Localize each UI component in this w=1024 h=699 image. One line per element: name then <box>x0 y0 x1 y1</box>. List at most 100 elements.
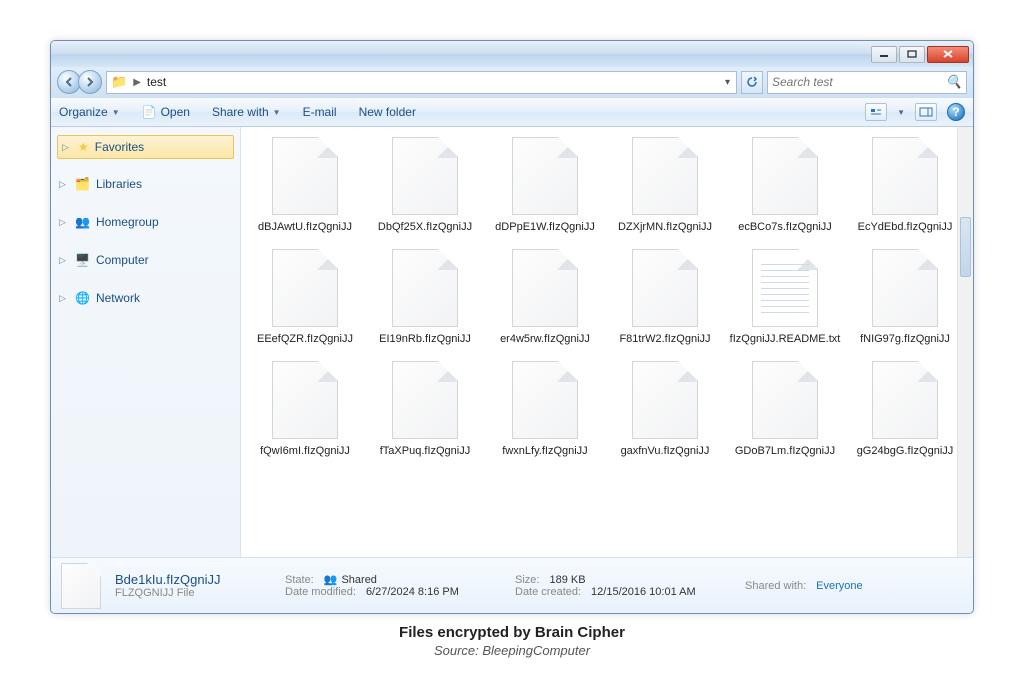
refresh-button[interactable] <box>741 71 763 94</box>
file-item[interactable]: dDPpE1W.fIzQgniJJ <box>485 137 605 235</box>
file-name-label: fIzQgniJJ.README.txt <box>730 333 841 347</box>
details-filetype: FLZQGNIJJ File <box>115 587 285 599</box>
search-box[interactable]: 🔍 <box>767 71 967 94</box>
sidebar-label-network: Network <box>96 291 140 305</box>
file-name-label: EEefQZR.fIzQgniJJ <box>257 333 353 347</box>
file-item[interactable]: EEefQZR.fIzQgniJJ <box>245 249 365 347</box>
sidebar-item-homegroup[interactable]: ▷ 👥 Homegroup <box>51 209 240 235</box>
search-icon[interactable]: 🔍 <box>946 74 962 90</box>
minimize-button[interactable] <box>871 46 897 63</box>
chevron-down-icon: ▼ <box>112 108 120 117</box>
sidebar-item-network[interactable]: ▷ 🌐 Network <box>51 285 240 311</box>
file-icon <box>752 137 818 215</box>
share-menu[interactable]: Share with ▼ <box>212 105 281 119</box>
network-icon: 🌐 <box>75 291 90 305</box>
details-shared-value[interactable]: Everyone <box>816 580 862 592</box>
caption-source: Source: BleepingComputer <box>50 643 974 658</box>
details-state-value: Shared <box>341 574 376 586</box>
file-icon <box>752 361 818 439</box>
organize-menu[interactable]: Organize ▼ <box>59 105 120 119</box>
file-name-label: GDoB7Lm.fIzQgniJJ <box>735 445 835 459</box>
text-file-icon <box>752 249 818 327</box>
file-item[interactable]: DZXjrMN.fIzQgniJJ <box>605 137 725 235</box>
sidebar-item-libraries[interactable]: ▷ 🗂️ Libraries <box>51 171 240 197</box>
file-item[interactable]: DbQf25X.fIzQgniJJ <box>365 137 485 235</box>
details-size-value: 189 KB <box>549 574 585 586</box>
nav-buttons <box>57 70 102 94</box>
new-folder-button[interactable]: New folder <box>359 105 416 119</box>
file-item[interactable]: fQwI6mI.fIzQgniJJ <box>245 361 365 459</box>
file-icon <box>872 361 938 439</box>
file-name-label: er4w5rw.fIzQgniJJ <box>500 333 590 347</box>
expand-icon[interactable]: ▷ <box>62 142 72 153</box>
file-item[interactable]: fIzQgniJJ.README.txt <box>725 249 845 347</box>
file-item[interactable]: EI19nRb.fIzQgniJJ <box>365 249 485 347</box>
open-label: Open <box>161 105 190 119</box>
file-icon <box>512 249 578 327</box>
email-button[interactable]: E-mail <box>303 105 337 119</box>
file-item[interactable]: gaxfnVu.fIzQgniJJ <box>605 361 725 459</box>
file-icon <box>872 249 938 327</box>
sidebar-label-libraries: Libraries <box>96 177 142 191</box>
breadcrumb-folder[interactable]: test <box>147 75 166 89</box>
file-icon <box>272 361 338 439</box>
expand-icon[interactable]: ▷ <box>59 179 69 190</box>
file-name-label: ecBCo7s.fIzQgniJJ <box>738 221 832 235</box>
file-item[interactable]: GDoB7Lm.fIzQgniJJ <box>725 361 845 459</box>
close-button[interactable] <box>927 46 969 63</box>
file-item[interactable]: fwxnLfy.fIzQgniJJ <box>485 361 605 459</box>
sidebar-item-favorites[interactable]: ▷ ★ Favorites <box>57 135 234 159</box>
change-view-button[interactable] <box>865 103 887 121</box>
details-filename: Bde1kIu.fIzQgniJJ <box>115 572 285 587</box>
file-item[interactable]: gG24bgG.fIzQgniJJ <box>845 361 965 459</box>
sidebar-label-homegroup: Homegroup <box>96 215 159 229</box>
file-item[interactable]: fNIG97g.fIzQgniJJ <box>845 249 965 347</box>
expand-icon[interactable]: ▷ <box>59 255 69 266</box>
file-name-label: DZXjrMN.fIzQgniJJ <box>618 221 712 235</box>
explorer-body: ▷ ★ Favorites ▷ 🗂️ Libraries ▷ 👥 Homegro… <box>51 127 973 557</box>
details-modified-label: Date modified: <box>285 586 362 598</box>
file-icon <box>272 137 338 215</box>
share-label: Share with <box>212 105 269 119</box>
file-icon <box>872 137 938 215</box>
file-item[interactable]: fTaXPuq.fIzQgniJJ <box>365 361 485 459</box>
file-icon <box>512 137 578 215</box>
expand-icon[interactable]: ▷ <box>59 217 69 228</box>
title-bar <box>51 41 973 67</box>
scrollbar[interactable] <box>957 127 973 557</box>
file-item[interactable]: EcYdEbd.fIzQgniJJ <box>845 137 965 235</box>
open-button[interactable]: 📄 Open <box>142 105 190 119</box>
preview-pane-button[interactable] <box>915 103 937 121</box>
folder-icon: 📁 <box>111 74 127 90</box>
address-row: 📁 ▶ test ▾ 🔍 <box>51 67 973 97</box>
caption-title: Files encrypted by Brain Cipher <box>50 624 974 641</box>
libraries-icon: 🗂️ <box>75 177 90 191</box>
chevron-down-icon[interactable]: ▼ <box>897 108 905 117</box>
file-item[interactable]: ecBCo7s.fIzQgniJJ <box>725 137 845 235</box>
file-item[interactable]: er4w5rw.fIzQgniJJ <box>485 249 605 347</box>
file-item[interactable]: F81trW2.fIzQgniJJ <box>605 249 725 347</box>
sidebar-label-computer: Computer <box>96 253 149 267</box>
file-icon <box>392 249 458 327</box>
help-button[interactable]: ? <box>947 103 965 121</box>
chevron-down-icon[interactable]: ▾ <box>723 77 732 88</box>
file-name-label: DbQf25X.fIzQgniJJ <box>378 221 472 235</box>
details-pane: Bde1kIu.fIzQgniJJ FLZQGNIJJ File State: … <box>51 557 973 613</box>
search-input[interactable] <box>772 75 946 89</box>
breadcrumb-separator-icon: ▶ <box>133 77 141 88</box>
forward-button[interactable] <box>78 70 102 94</box>
maximize-button[interactable] <box>899 46 925 63</box>
file-name-label: gaxfnVu.fIzQgniJJ <box>621 445 710 459</box>
file-name-label: dBJAwtU.fIzQgniJJ <box>258 221 352 235</box>
file-list[interactable]: dBJAwtU.fIzQgniJJ DbQf25X.fIzQgniJJ dDPpE1… <box>241 127 973 557</box>
file-icon <box>392 137 458 215</box>
file-name-label: EcYdEbd.fIzQgniJJ <box>858 221 953 235</box>
email-label: E-mail <box>303 105 337 119</box>
sidebar-item-computer[interactable]: ▷ 🖥️ Computer <box>51 247 240 273</box>
expand-icon[interactable]: ▷ <box>59 293 69 304</box>
file-item[interactable]: dBJAwtU.fIzQgniJJ <box>245 137 365 235</box>
scrollbar-thumb[interactable] <box>960 217 971 277</box>
chevron-down-icon: ▼ <box>273 108 281 117</box>
details-modified-value: 6/27/2024 8:16 PM <box>366 586 459 598</box>
address-bar[interactable]: 📁 ▶ test ▾ <box>106 71 737 94</box>
